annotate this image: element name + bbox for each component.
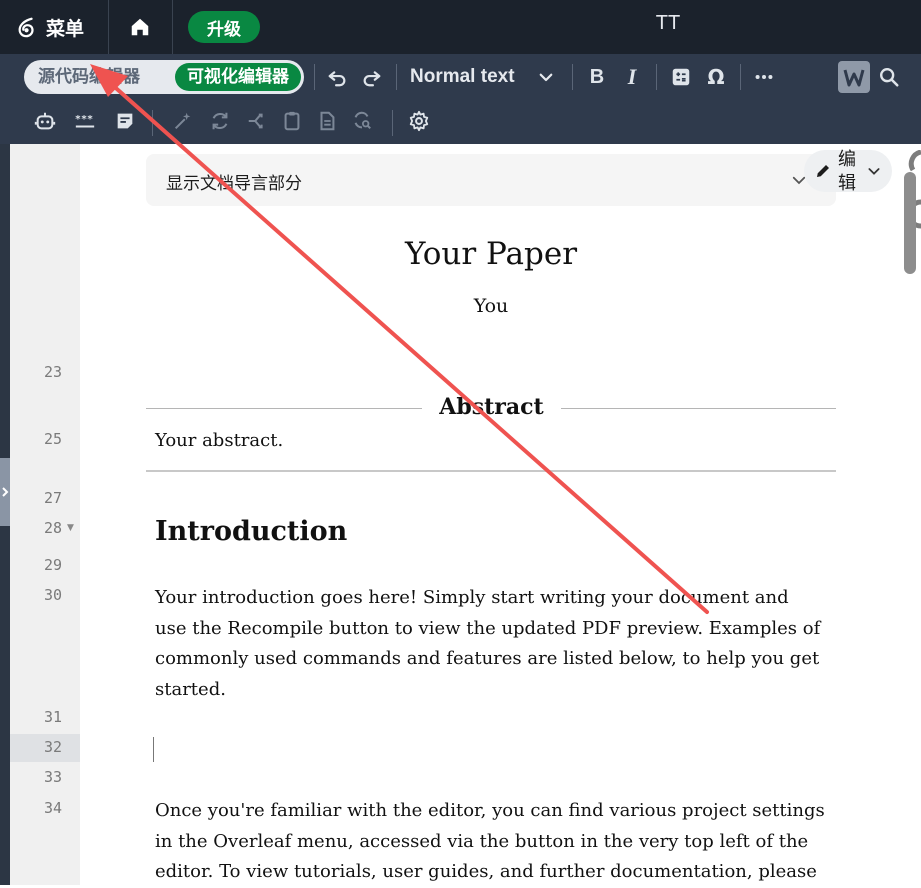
- paragraph[interactable]: Once you're familiar with the editor, yo…: [155, 796, 825, 888]
- password-icon: ***: [75, 114, 95, 128]
- divider: [152, 110, 153, 136]
- math-icon: [672, 68, 690, 86]
- line-number: 25: [43, 430, 62, 448]
- bold-button[interactable]: B: [582, 62, 612, 92]
- vertical-scrollbar-thumb[interactable]: [904, 172, 916, 274]
- line-number: 30: [43, 586, 62, 604]
- home-button[interactable]: [118, 12, 162, 42]
- bold-icon: B: [589, 65, 605, 88]
- compare-icon: [248, 113, 263, 129]
- home-icon: [131, 18, 149, 36]
- undo-icon: [328, 71, 346, 87]
- divider: [392, 110, 393, 136]
- source-editor-toggle[interactable]: 源代码编辑器: [38, 60, 140, 94]
- search-replace-icon: [354, 111, 371, 130]
- menu-label: 菜单: [46, 17, 85, 40]
- line-number: 29: [43, 556, 62, 574]
- refresh-icon: [212, 112, 228, 130]
- notes-button[interactable]: [110, 106, 140, 136]
- line-number: 23: [43, 363, 62, 381]
- redo-button[interactable]: [357, 62, 387, 92]
- document-icon: [320, 111, 335, 131]
- writefull-toggle[interactable]: [838, 61, 870, 93]
- edit-label: 编辑: [838, 149, 856, 194]
- project-title: TT: [655, 12, 681, 34]
- expand-file-tree-handle[interactable]: [0, 458, 10, 526]
- divider: [740, 64, 741, 90]
- clipboard-button[interactable]: [277, 106, 307, 136]
- menu-button[interactable]: 菜单: [0, 0, 108, 54]
- divider: [561, 408, 836, 409]
- settings-button[interactable]: [404, 106, 434, 136]
- compare-button[interactable]: [242, 106, 272, 136]
- abstract-heading: Abstract: [439, 394, 544, 420]
- visual-editor-toggle[interactable]: 可视化编辑器: [175, 63, 301, 91]
- text-style-dropdown[interactable]: Normal text: [410, 62, 555, 92]
- upgrade-button[interactable]: 升级: [188, 11, 260, 43]
- search-button[interactable]: [874, 62, 904, 92]
- fold-marker-icon[interactable]: ▼: [67, 523, 74, 533]
- password-field-button[interactable]: ***: [70, 106, 100, 136]
- line-number: 28: [43, 519, 62, 537]
- document-button[interactable]: [312, 106, 342, 136]
- insert-symbol-button[interactable]: Ω: [701, 62, 731, 92]
- omega-icon: Ω: [707, 65, 725, 89]
- svg-text:***: ***: [75, 114, 93, 125]
- settings-icon: [409, 110, 429, 132]
- paper-title[interactable]: Your Paper: [146, 236, 836, 272]
- redo-icon: [363, 71, 381, 87]
- editor-mode-switch: 源代码编辑器 可视化编辑器: [24, 60, 304, 94]
- divider: [656, 64, 657, 90]
- writefull-icon: [843, 69, 865, 87]
- chevron-down-icon: [868, 168, 880, 175]
- chevron-down-icon: [539, 73, 552, 82]
- note-icon: [117, 113, 133, 129]
- search-replace-button[interactable]: [347, 106, 377, 136]
- overleaf-logo-icon: [18, 17, 34, 38]
- top-bar: 菜单 升级 TT: [0, 0, 921, 54]
- italic-icon: I: [627, 64, 637, 89]
- line-number: 31: [43, 708, 62, 726]
- line-number: 27: [43, 489, 62, 507]
- line-number: 33: [43, 768, 62, 786]
- divider: [314, 64, 315, 90]
- text-style-value: Normal text: [410, 66, 515, 87]
- paper-author[interactable]: You: [146, 295, 836, 317]
- divider: [108, 0, 109, 54]
- divider: [146, 408, 422, 409]
- more-options-button[interactable]: [749, 62, 779, 92]
- line-number: 32: [43, 738, 62, 756]
- more-icon: [755, 74, 773, 80]
- search-icon: [880, 68, 899, 87]
- divider: [572, 64, 573, 90]
- divider: [172, 0, 173, 54]
- section-title[interactable]: Introduction: [155, 516, 347, 547]
- chevron-right-icon: [2, 487, 9, 497]
- preamble-label: 显示文档导言部分: [166, 174, 302, 194]
- text-cursor: [153, 737, 154, 762]
- line-number: 34: [43, 799, 62, 817]
- paragraph[interactable]: Your introduction goes here! Simply star…: [155, 583, 825, 705]
- magic-button[interactable]: [168, 106, 198, 136]
- ai-assist-button[interactable]: [30, 106, 60, 136]
- undo-button[interactable]: [322, 62, 352, 92]
- robot-icon: [34, 112, 56, 130]
- italic-button[interactable]: I: [617, 62, 647, 92]
- edit-mode-button[interactable]: 编辑: [804, 149, 892, 194]
- abstract-text[interactable]: Your abstract.: [155, 430, 283, 451]
- insert-math-button[interactable]: [666, 62, 696, 92]
- show-preamble-toggle[interactable]: 显示文档导言部分: [146, 154, 836, 206]
- magic-icon: [174, 112, 191, 130]
- pencil-icon: [817, 165, 829, 177]
- refresh-button[interactable]: [205, 106, 235, 136]
- divider: [146, 470, 836, 472]
- divider: [396, 64, 397, 90]
- clipboard-icon: [284, 111, 300, 131]
- editor-toolbar: 源代码编辑器 可视化编辑器 Normal text B I Ω ***: [0, 54, 921, 144]
